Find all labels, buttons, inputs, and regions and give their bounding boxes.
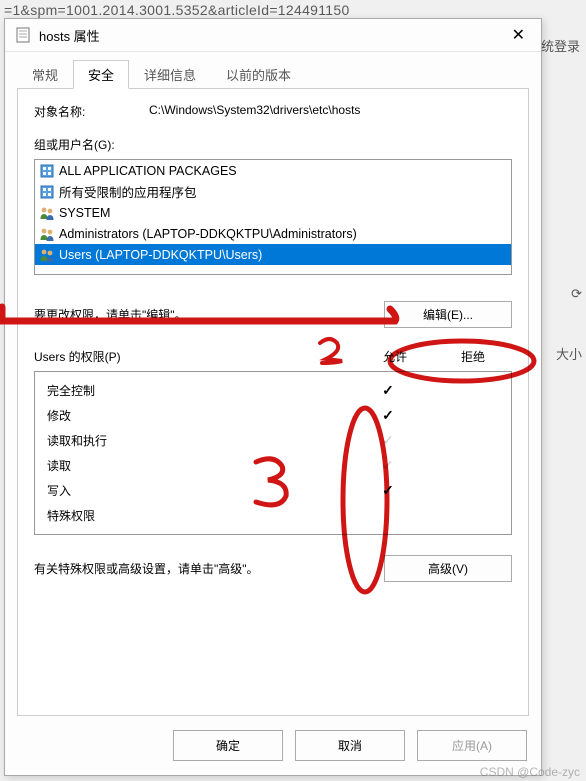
apply-button[interactable]: 应用(A) <box>417 730 527 761</box>
list-item-label: Administrators (LAPTOP-DDKQKTPU\Administ… <box>59 227 357 241</box>
permissions-allow-header: 允许 <box>356 348 434 365</box>
watermark: CSDN @Code-zyc <box>480 765 580 779</box>
permission-name: 写入 <box>47 482 351 499</box>
list-item-label: SYSTEM <box>59 206 110 220</box>
users-icon <box>39 247 55 263</box>
tab-previous-versions[interactable]: 以前的版本 <box>211 60 306 89</box>
permission-row: 修改✓ <box>37 403 509 428</box>
edit-button[interactable]: 编辑(E)... <box>384 301 512 328</box>
tab-security[interactable]: 安全 <box>73 60 129 89</box>
advanced-hint-text: 有关特殊权限或高级设置，请单击"高级"。 <box>34 560 384 577</box>
users-icon <box>39 226 55 242</box>
permission-allow-check: ✓ <box>351 407 425 424</box>
permission-allow-check: ✓ <box>351 432 425 449</box>
permission-name: 完全控制 <box>47 382 351 399</box>
permissions-header: Users 的权限(P) 允许 拒绝 <box>34 348 512 365</box>
object-name-label: 对象名称: <box>34 103 149 120</box>
edit-hint-text: 要更改权限，请单击"编辑"。 <box>34 306 384 323</box>
object-name-row: 对象名称: C:\Windows\System32\drivers\etc\ho… <box>34 103 512 120</box>
permissions-title: Users 的权限(P) <box>34 348 356 365</box>
list-item[interactable]: 所有受限制的应用程序包 <box>35 181 511 202</box>
list-item[interactable]: SYSTEM <box>35 202 511 223</box>
cancel-button[interactable]: 取消 <box>295 730 405 761</box>
bg-size-label: 大小 <box>556 344 582 363</box>
bg-refresh: ⟳ <box>571 286 582 302</box>
dialog-button-row: 确定 取消 应用(A) <box>5 716 541 775</box>
object-name-value: C:\Windows\System32\drivers\etc\hosts <box>149 103 360 120</box>
permissions-deny-header: 拒绝 <box>434 348 512 365</box>
tab-strip: 常规 安全 详细信息 以前的版本 <box>5 52 541 89</box>
properties-dialog: hosts 属性 ✕ 常规 安全 详细信息 以前的版本 对象名称: C:\Win… <box>4 18 542 776</box>
edit-hint-row: 要更改权限，请单击"编辑"。 编辑(E)... <box>34 301 512 328</box>
permission-allow-check: ✓ <box>351 382 425 399</box>
permissions-listbox: 完全控制✓修改✓读取和执行✓读取✓写入✓特殊权限 <box>34 371 512 535</box>
permission-allow-check: ✓ <box>351 457 425 474</box>
advanced-hint-row: 有关特殊权限或高级设置，请单击"高级"。 高级(V) <box>34 555 512 582</box>
list-item[interactable]: Administrators (LAPTOP-DDKQKTPU\Administ… <box>35 223 511 244</box>
permission-name: 特殊权限 <box>47 507 351 524</box>
users-icon <box>39 205 55 221</box>
advanced-button[interactable]: 高级(V) <box>384 555 512 582</box>
permission-row: 读取✓ <box>37 453 509 478</box>
url-fragment: =1&spm=1001.2014.3001.5352&articleId=124… <box>4 2 350 18</box>
close-button[interactable]: ✕ <box>506 25 531 45</box>
permission-row: 完全控制✓ <box>37 378 509 403</box>
tab-general[interactable]: 常规 <box>17 60 73 89</box>
bg-login-text: 统登录 <box>541 36 580 55</box>
permission-row: 写入✓ <box>37 478 509 503</box>
groups-label: 组或用户名(G): <box>34 136 512 153</box>
list-item-label: 所有受限制的应用程序包 <box>59 182 197 201</box>
list-item-label: ALL APPLICATION PACKAGES <box>59 164 237 178</box>
tab-details[interactable]: 详细信息 <box>129 60 211 89</box>
permission-name: 读取和执行 <box>47 432 351 449</box>
permission-name: 修改 <box>47 407 351 424</box>
security-tab-content: 对象名称: C:\Windows\System32\drivers\etc\ho… <box>17 88 529 716</box>
permission-row: 特殊权限 <box>37 503 509 528</box>
ok-button[interactable]: 确定 <box>173 730 283 761</box>
file-icon <box>15 27 31 43</box>
titlebar: hosts 属性 ✕ <box>5 19 541 52</box>
permission-allow-check: ✓ <box>351 482 425 499</box>
permission-name: 读取 <box>47 457 351 474</box>
permission-row: 读取和执行✓ <box>37 428 509 453</box>
list-item[interactable]: ALL APPLICATION PACKAGES <box>35 160 511 181</box>
dialog-title: hosts 属性 <box>39 26 100 45</box>
list-item-label: Users (LAPTOP-DDKQKTPU\Users) <box>59 248 262 262</box>
package-icon <box>39 184 55 200</box>
groups-listbox[interactable]: ALL APPLICATION PACKAGES 所有受限制的应用程序包 SYSTE… <box>34 159 512 275</box>
package-icon <box>39 163 55 179</box>
list-item[interactable]: Users (LAPTOP-DDKQKTPU\Users) <box>35 244 511 265</box>
